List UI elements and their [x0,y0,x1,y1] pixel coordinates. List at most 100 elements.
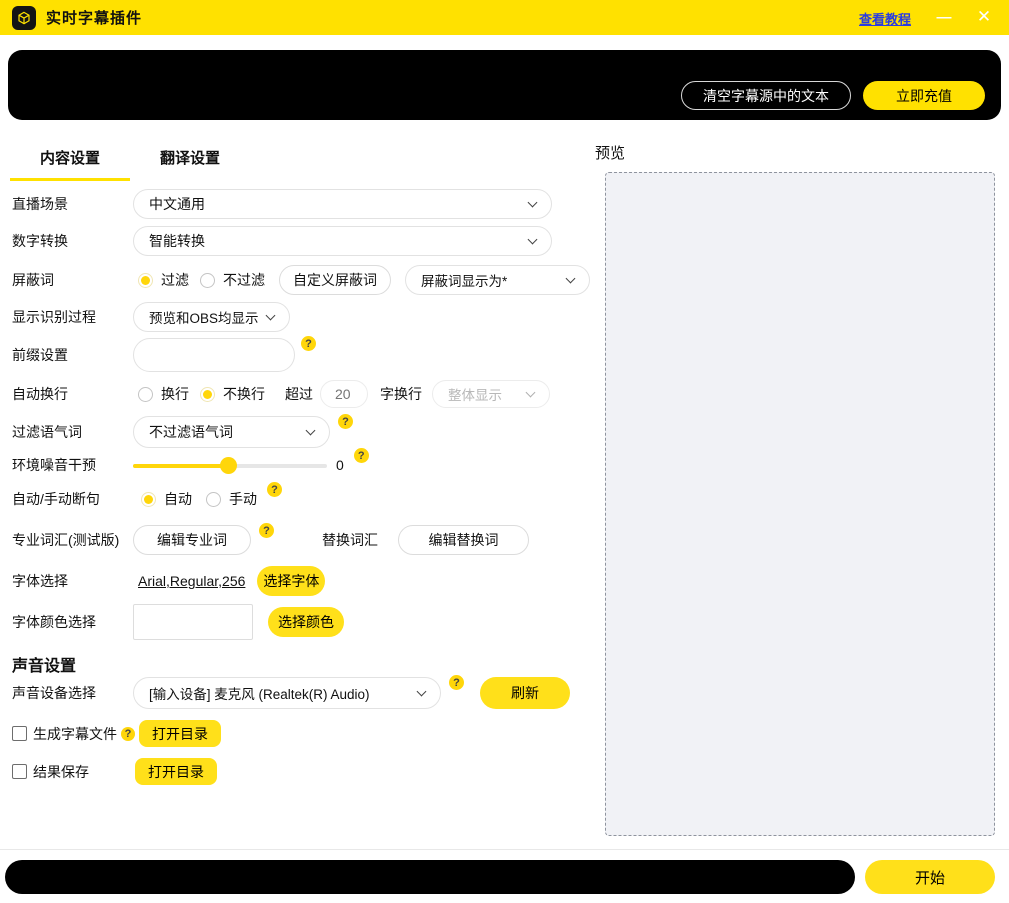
app-title: 实时字幕插件 [46,7,142,28]
font-color-label: 字体颜色选择 [12,612,133,632]
clear-subtitle-source-button[interactable]: 清空字幕源中的文本 [681,81,851,110]
auto-break-radio[interactable] [141,492,156,507]
result-save-label[interactable]: 结果保存 [33,762,89,782]
number-convert-select[interactable]: 智能转换 [133,226,552,256]
filter-fillers-help-icon[interactable]: ? [338,414,353,429]
title-bar: 实时字幕插件 查看教程 — ✕ [0,0,1009,35]
sound-device-select[interactable]: [输入设备] 麦克风 (Realtek(R) Audio) [133,677,441,709]
chevron-down-icon [266,310,276,320]
font-color-input[interactable] [133,604,253,640]
wrap-mode-select[interactable]: 整体显示 [432,380,550,408]
edit-replace-words-button[interactable]: 编辑替换词 [398,525,529,555]
wrap-mode-value: 整体显示 [448,384,502,404]
blocked-words-label: 屏蔽词 [12,270,133,290]
manual-break-radio-label[interactable]: 手动 [229,489,257,509]
top-banner: 清空字幕源中的文本 立即充值 [8,50,1001,120]
wrap-count-input[interactable] [320,380,368,408]
sentence-break-help-icon[interactable]: ? [267,482,282,497]
blocked-display-as-select[interactable]: 屏蔽词显示为* [405,265,590,295]
filter-fillers-select[interactable]: 不过滤语气词 [133,416,330,448]
wrap-suffix-label: 字换行 [380,384,422,404]
noise-help-icon[interactable]: ? [354,448,369,463]
show-process-select[interactable]: 预览和OBS均显示 [133,302,290,332]
prefix-input[interactable] [133,338,295,372]
noise-value: 0 [336,457,344,473]
blocked-display-as-value: 屏蔽词显示为* [421,270,507,290]
noise-slider-fill [133,464,228,468]
chevron-down-icon [528,197,538,207]
open-result-dir-button[interactable]: 打开目录 [135,758,217,785]
filter-fillers-label: 过滤语气词 [12,422,133,442]
blocked-nofilter-radio-label[interactable]: 不过滤 [223,270,265,290]
edit-pro-words-button[interactable]: 编辑专业词 [133,525,251,555]
wrap-radio[interactable] [138,387,153,402]
row-sentence-break: 自动/手动断句 自动 手动 ? [12,484,282,514]
refresh-device-button[interactable]: 刷新 [480,677,570,709]
chevron-down-icon [566,273,576,283]
number-convert-value: 智能转换 [149,231,205,251]
settings-tabs: 内容设置 翻译设置 [10,147,250,181]
row-number-convert: 数字转换 智能转换 [12,226,552,256]
preview-title: 预览 [595,142,625,163]
noise-slider[interactable] [133,457,327,474]
pro-words-help-icon[interactable]: ? [259,523,274,538]
open-subtitle-dir-button[interactable]: 打开目录 [139,720,221,747]
pro-words-label: 专业词汇(测试版) [12,530,133,550]
footer-divider [0,849,1009,850]
row-subtitle-file: 生成字幕文件 ? 打开目录 [12,720,221,747]
row-font-select: 字体选择 Arial,Regular,256 选择字体 [12,566,325,596]
live-scene-value: 中文通用 [149,194,205,214]
choose-color-button[interactable]: 选择颜色 [268,607,344,637]
row-result-save: 结果保存 打开目录 [12,758,217,785]
row-prefix: 前缀设置 ? [12,338,316,372]
row-noise: 环境噪音干预 0 ? [12,450,369,480]
blocked-filter-radio[interactable] [138,273,153,288]
noise-slider-thumb[interactable] [220,457,237,474]
row-show-process: 显示识别过程 预览和OBS均显示 [12,302,290,332]
auto-wrap-label: 自动换行 [12,384,133,404]
nowrap-radio-label[interactable]: 不换行 [223,384,265,404]
nowrap-radio[interactable] [200,387,215,402]
recharge-button[interactable]: 立即充值 [863,81,985,110]
sentence-break-label: 自动/手动断句 [12,489,133,509]
row-filter-fillers: 过滤语气词 不过滤语气词 ? [12,416,353,448]
status-bar [5,860,855,894]
subtitle-file-checkbox[interactable] [12,726,27,741]
row-auto-wrap: 自动换行 换行 不换行 超过 字换行 整体显示 [12,379,550,409]
chevron-down-icon [528,234,538,244]
choose-font-button[interactable]: 选择字体 [257,566,325,596]
chevron-down-icon [306,425,316,435]
manual-break-radio[interactable] [206,492,221,507]
exceed-label: 超过 [285,384,313,404]
tab-translate-settings[interactable]: 翻译设置 [130,147,250,181]
filter-fillers-value: 不过滤语气词 [149,422,233,442]
preview-area [605,172,995,836]
prefix-help-icon[interactable]: ? [301,336,316,351]
close-button[interactable]: ✕ [971,3,997,31]
wrap-radio-label[interactable]: 换行 [161,384,189,404]
row-live-scene: 直播场景 中文通用 [12,189,552,219]
subtitle-file-label[interactable]: 生成字幕文件 [33,724,117,744]
start-button[interactable]: 开始 [865,860,995,894]
row-blocked-words: 屏蔽词 过滤 不过滤 自定义屏蔽词 屏蔽词显示为* [12,265,590,295]
custom-blocked-words-button[interactable]: 自定义屏蔽词 [279,265,391,295]
subtitle-file-help-icon[interactable]: ? [121,727,135,741]
tab-content-settings[interactable]: 内容设置 [10,147,130,181]
row-sound-device: 声音设备选择 [输入设备] 麦克风 (Realtek(R) Audio) ? 刷… [12,677,570,709]
sound-device-help-icon[interactable]: ? [449,675,464,690]
row-font-color: 字体颜色选择 选择颜色 [12,604,344,640]
result-save-checkbox[interactable] [12,764,27,779]
minimize-button[interactable]: — [931,3,957,31]
app-logo-cube-icon [12,6,36,30]
auto-break-radio-label[interactable]: 自动 [164,489,192,509]
blocked-nofilter-radio[interactable] [200,273,215,288]
current-font-link[interactable]: Arial,Regular,256 [138,573,245,589]
sound-settings-header: 声音设置 [12,652,76,676]
blocked-filter-radio-label[interactable]: 过滤 [161,270,189,290]
font-select-label: 字体选择 [12,571,133,591]
view-tutorial-link[interactable]: 查看教程 [859,9,911,28]
show-process-value: 预览和OBS均显示 [149,307,259,327]
sound-device-label: 声音设备选择 [12,683,133,703]
live-scene-select[interactable]: 中文通用 [133,189,552,219]
chevron-down-icon [526,387,536,397]
